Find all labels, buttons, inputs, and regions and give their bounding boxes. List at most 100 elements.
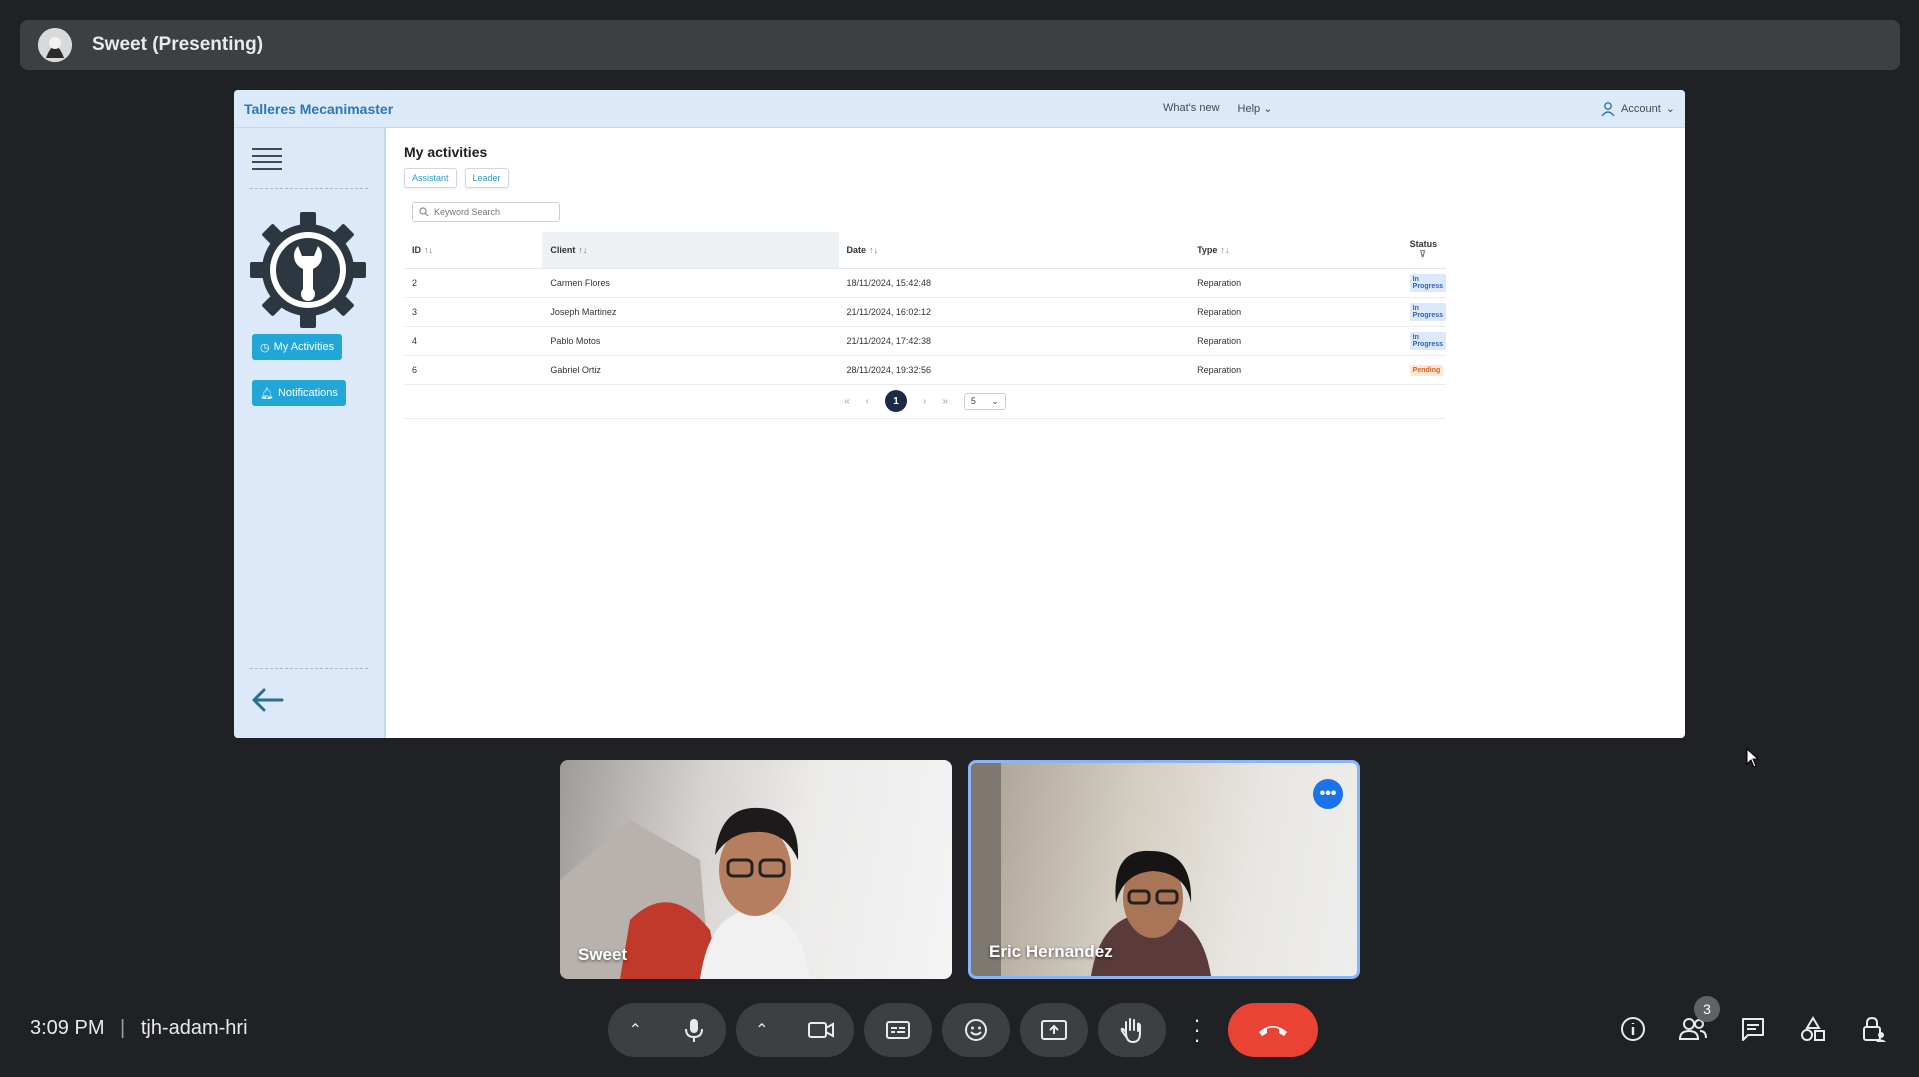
meeting-code: tjh-adam-hri — [140, 1017, 248, 1039]
back-arrow-icon[interactable] — [250, 688, 284, 717]
help-menu[interactable]: Help ⌄ — [1238, 102, 1273, 115]
presenter-title: Sweet (Presenting) — [92, 34, 264, 55]
host-controls-button[interactable] — [1856, 1012, 1890, 1046]
search-input[interactable] — [434, 207, 544, 217]
search-icon — [419, 207, 429, 217]
first-page-icon[interactable]: « — [844, 396, 850, 407]
filter-icon[interactable]: ⊽ — [1419, 249, 1426, 260]
captions-button[interactable] — [864, 1003, 932, 1057]
cell-client: Carmen Flores — [542, 268, 839, 298]
tab-leader[interactable]: Leader — [464, 168, 509, 188]
help-label: Help — [1237, 103, 1261, 115]
column-header-id[interactable]: ID ↑↓ — [404, 232, 543, 269]
microphone-control[interactable]: ⌃ — [608, 1003, 726, 1057]
table-row[interactable]: 2 Carmen Flores 18/11/2024, 15:42:48 Repara… — [404, 268, 1446, 298]
cell-client: Gabriel Ortiz — [542, 355, 839, 385]
chevron-up-icon[interactable]: ⌃ — [629, 1020, 642, 1040]
cell-date: 21/11/2024, 16:02:12 — [838, 297, 1190, 327]
participant-name: Eric Hernandez — [989, 942, 1113, 961]
next-page-icon[interactable]: › — [923, 396, 926, 407]
lock-person-icon — [1863, 1016, 1886, 1042]
table-row[interactable]: 3 Joseph Martinez 21/11/2024, 16:02:12 Repa… — [404, 297, 1446, 327]
sort-icon: ↑↓ — [578, 244, 588, 255]
cell-status: In Progress — [1401, 326, 1446, 356]
present-screen-button[interactable] — [1020, 1003, 1088, 1057]
sidebar-item-my-activities[interactable]: ◷ My Activities — [252, 334, 343, 360]
cell-date: 21/11/2024, 17:42:38 — [838, 326, 1190, 356]
main-content: My activities Assistant Leader ID↑↓ Clie… — [386, 128, 1685, 738]
clock-icon: ◷ — [260, 341, 270, 354]
status-badge: In Progress — [1409, 302, 1446, 321]
present-screen-icon — [1041, 1020, 1067, 1040]
captions-icon — [886, 1021, 910, 1039]
raise-hand-button[interactable] — [1098, 1003, 1166, 1057]
reactions-button[interactable] — [942, 1003, 1010, 1057]
shared-screen: Talleres Mecanimaster What's new Help ⌄ … — [234, 90, 1685, 738]
status-badge: Pending — [1409, 364, 1444, 376]
microphone-icon[interactable] — [683, 1017, 705, 1043]
camera-control[interactable]: ⌃ — [736, 1003, 854, 1057]
sort-icon: ↑↓ — [424, 244, 433, 255]
cell-id: 3 — [404, 297, 543, 327]
hand-icon — [1120, 1018, 1141, 1044]
presenter-avatar — [38, 28, 72, 62]
participant-count-badge: 3 — [1694, 996, 1720, 1022]
participant-tile-eric[interactable]: ••• Eric Hernandez — [968, 760, 1360, 979]
cell-type: Reparation — [1189, 268, 1402, 298]
prev-page-icon[interactable]: ‹ — [866, 396, 869, 407]
page-title: My activities — [404, 144, 488, 160]
table-row[interactable]: 6 Gabriel Ortiz 28/11/2024, 19:32:56 Repara… — [404, 355, 1446, 385]
column-header-client[interactable]: Client ↑↓ — [542, 232, 839, 269]
people-button[interactable]: 3 — [1676, 996, 1720, 1046]
activities-button[interactable] — [1796, 1012, 1830, 1046]
user-icon — [1601, 101, 1615, 116]
sort-icon: ↑↓ — [869, 244, 879, 255]
sidebar-divider — [250, 188, 368, 189]
sidebar-divider — [250, 668, 368, 669]
participant-tile-sweet[interactable]: Sweet — [560, 760, 952, 979]
account-label: Account — [1621, 102, 1661, 115]
cell-type: Reparation — [1189, 326, 1402, 356]
table-header-row: ID ↑↓ Client ↑↓ Date ↑↓ Type ↑↓ Status ⊽ — [404, 232, 1446, 269]
camera-icon[interactable] — [807, 1020, 835, 1040]
current-time: 3:09 PM — [30, 1017, 105, 1039]
cell-status: In Progress — [1401, 297, 1446, 327]
cell-date: 18/11/2024, 15:42:48 — [838, 268, 1190, 298]
app-brand[interactable]: Talleres Mecanimaster — [234, 101, 934, 117]
chat-button[interactable] — [1736, 1012, 1770, 1046]
gear-wrench-logo — [250, 210, 366, 335]
cell-id: 2 — [404, 268, 543, 298]
bell-icon: 🔔︎ — [260, 387, 274, 400]
end-call-button[interactable] — [1228, 1003, 1318, 1057]
shapes-icon — [1801, 1016, 1825, 1041]
meeting-details-button[interactable] — [1616, 1012, 1650, 1046]
page-size-select[interactable]: 5 ⌄ — [963, 392, 1006, 410]
cell-id: 4 — [404, 326, 543, 356]
column-header-date[interactable]: Date ↑↓ — [838, 232, 1190, 269]
table-body: 2 Carmen Flores 18/11/2024, 15:42:48 Repara… — [404, 268, 1446, 385]
table-row[interactable]: 4 Pablo Motos 21/11/2024, 17:42:38 Reparati… — [404, 326, 1446, 356]
more-options-icon[interactable]: ••• — [1313, 779, 1343, 809]
sidebar-item-label: Notifications — [277, 387, 338, 399]
column-header-status: Status ⊽ — [1401, 232, 1446, 269]
column-header-type[interactable]: Type ↑↓ — [1189, 232, 1402, 269]
cell-status: In Progress — [1401, 268, 1446, 298]
chevron-up-icon[interactable]: ⌃ — [755, 1020, 768, 1040]
cell-type: Reparation — [1189, 355, 1402, 385]
status-badge: In Progress — [1409, 273, 1446, 292]
account-menu[interactable]: Account ⌄ — [1600, 101, 1675, 117]
tab-assistant[interactable]: Assistant — [404, 168, 457, 188]
hamburger-menu-icon[interactable] — [252, 148, 282, 170]
last-page-icon[interactable]: » — [942, 396, 948, 407]
call-controls: ⌃ ⌃ · · · — [608, 1003, 1318, 1057]
chevron-down-icon: ⌄ — [1263, 103, 1273, 115]
page-number[interactable]: 1 — [885, 390, 907, 412]
role-tabs: Assistant Leader — [404, 168, 1669, 188]
participant-name: Sweet — [578, 945, 628, 964]
separator: | — [120, 1017, 126, 1039]
sidebar-item-notifications[interactable]: 🔔︎ Notifications — [252, 380, 346, 406]
more-options-button[interactable]: · · · — [1176, 1003, 1218, 1057]
cell-id: 6 — [404, 355, 543, 385]
app-header: Talleres Mecanimaster What's new Help ⌄ … — [234, 90, 1685, 128]
whats-new-link[interactable]: What's new — [1163, 102, 1220, 115]
